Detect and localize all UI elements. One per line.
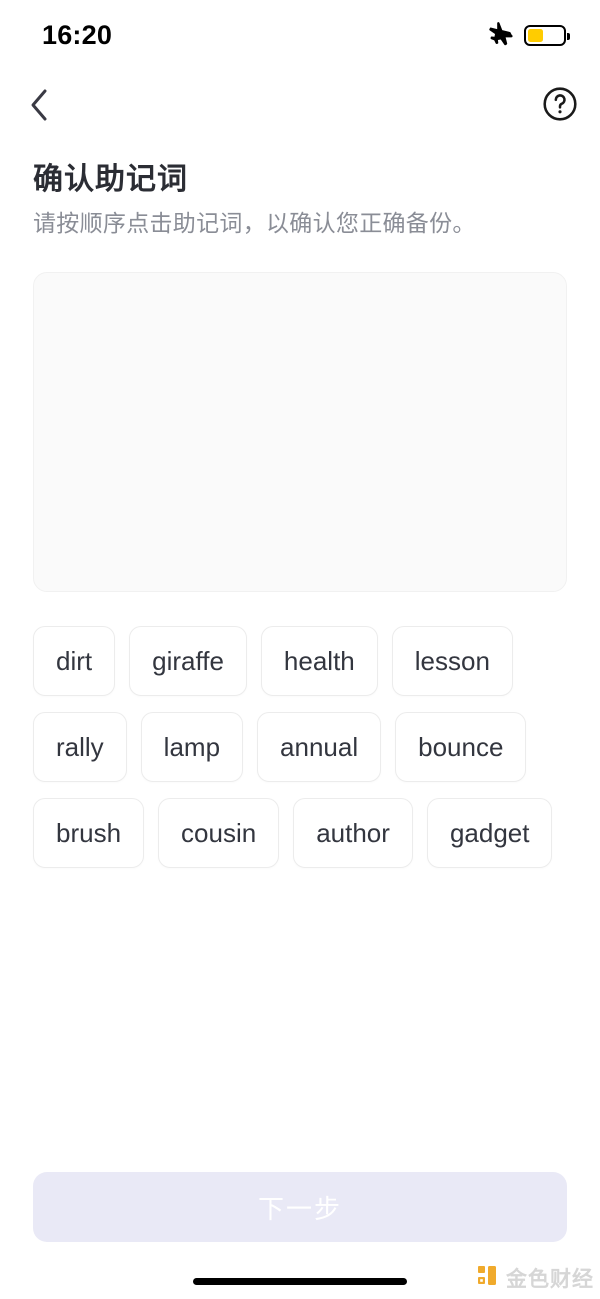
word-chip[interactable]: author [293,798,413,868]
help-button[interactable] [538,84,582,128]
word-chip[interactable]: lamp [140,712,244,782]
word-chip[interactable]: giraffe [129,626,247,696]
watermark-text: 金色财经 [506,1268,594,1291]
back-button[interactable] [14,82,64,132]
word-chip[interactable]: brush [33,798,145,868]
word-chip[interactable]: rally [33,712,127,782]
word-chip[interactable]: health [260,626,378,696]
word-chip[interactable]: gadget [426,798,553,868]
airplane-mode-icon [487,20,513,51]
watermark: 金色财经 [476,1263,594,1293]
next-button[interactable]: 下一步 [33,1172,567,1242]
word-chip[interactable]: cousin [158,798,280,868]
page-title: 确认助记词 [33,163,188,196]
status-bar: 16:20 [0,0,600,70]
status-bar-time: 16:20 [42,19,113,50]
header: 确认助记词 请按顺序点击助记词，以确认您正确备份。 [33,160,573,240]
chevron-left-icon [27,85,51,130]
word-bank: dirt giraffe health lesson rally lamp annual bo… [33,626,567,868]
jinse-logo-icon [476,1264,500,1293]
battery-fill [528,28,544,42]
question-mark-circle-icon [542,86,578,127]
word-chip[interactable]: dirt [33,626,116,696]
battery-icon [524,24,570,46]
status-bar-indicators [487,20,570,51]
page-subtitle: 请按顺序点击助记词，以确认您正确备份。 [33,210,476,236]
nav-bar [0,78,600,134]
home-indicator [193,1278,407,1285]
selected-words-area[interactable] [33,272,567,592]
word-chip[interactable]: bounce [395,712,527,782]
word-chip[interactable]: annual [257,712,382,782]
word-chip[interactable]: lesson [391,626,513,696]
